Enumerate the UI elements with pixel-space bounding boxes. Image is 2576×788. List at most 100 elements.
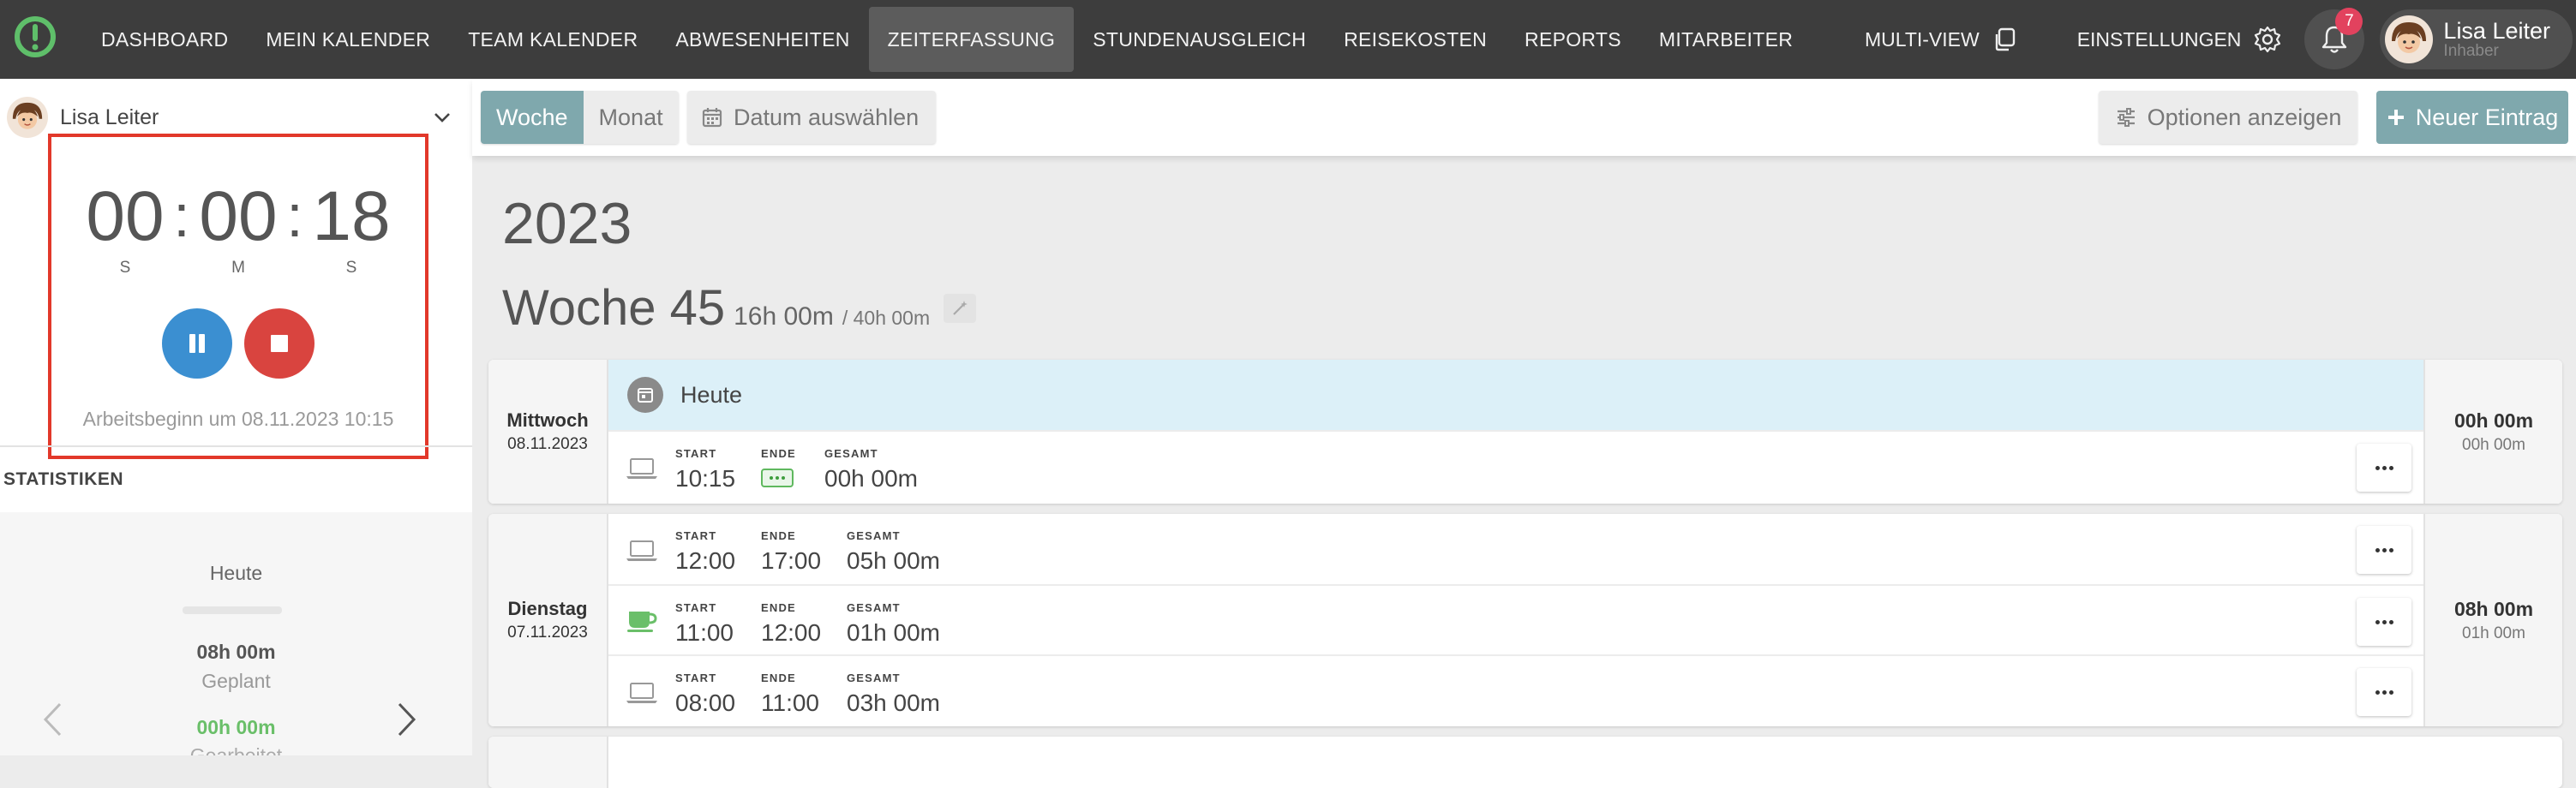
statistics-period: Heute: [209, 562, 263, 584]
view-month-button[interactable]: Monat: [583, 91, 679, 144]
nav-dashboard[interactable]: DASHBOARD: [82, 7, 247, 72]
time-entry[interactable]: START 10:15 ENDE GESAMT 00h 00m: [608, 430, 2425, 502]
multiview-button[interactable]: MULTI-VIEW: [1865, 27, 2017, 52]
day-subtotal: 00h 00m: [2462, 435, 2525, 454]
entry-end: ENDE 17:00: [761, 529, 822, 574]
new-entry-button[interactable]: Neuer Eintrag: [2376, 91, 2568, 144]
plus-icon: [2387, 110, 2404, 125]
stop-button[interactable]: [244, 308, 315, 379]
nav-mein-kalender[interactable]: MEIN KALENDER: [247, 7, 449, 72]
week-target: / 40h 00m: [842, 307, 931, 329]
nav-mitarbeiter[interactable]: MITARBEITER: [1640, 7, 1812, 72]
day-date: 07.11.2023: [507, 624, 588, 642]
day-card-next: [488, 737, 2562, 788]
settings-button[interactable]: EINSTELLUNGEN: [2077, 25, 2283, 54]
entry-more-button[interactable]: [2357, 668, 2411, 716]
view-switcher: Woche Monat: [481, 91, 679, 144]
entry-start: START 08:00: [675, 672, 736, 716]
notification-badge: 7: [2335, 8, 2363, 35]
timer-minutes-label: M: [231, 259, 245, 277]
day-card-mittwoch: Mittwoch 08.11.2023 Heute START 10:15 EN…: [488, 360, 2562, 504]
laptop-icon: [626, 540, 657, 561]
pause-icon: [189, 334, 205, 353]
nav-reports[interactable]: REPORTS: [1506, 7, 1640, 72]
day-label: [488, 737, 608, 788]
day-label: Mittwoch 08.11.2023: [488, 360, 608, 504]
new-entry-label: Neuer Eintrag: [2415, 104, 2559, 130]
settings-label: EINSTELLUNGEN: [2076, 27, 2242, 51]
show-options-label: Optionen anzeigen: [2147, 104, 2342, 130]
user-info: Lisa Leiter Inhaber: [2443, 19, 2550, 60]
timer-minutes: 00 M: [190, 176, 286, 278]
entry-start: START 11:00: [675, 601, 734, 646]
pause-button[interactable]: [162, 308, 232, 379]
selected-user-name: Lisa Leiter: [60, 104, 159, 129]
date-picker-button[interactable]: Datum auswählen: [687, 91, 937, 144]
show-options-button[interactable]: Optionen anzeigen: [2099, 91, 2357, 144]
entry-more-button[interactable]: [2357, 598, 2411, 646]
app-logo[interactable]: [14, 15, 57, 58]
avatar: [7, 97, 48, 138]
day-label: Dienstag 07.11.2023: [488, 514, 608, 726]
timer-seconds-label: S: [345, 259, 357, 277]
entry-total: GESAMT 01h 00m: [847, 601, 940, 646]
time-entry[interactable]: START 12:00 ENDE 17:00 GESAMT 05h 00m: [608, 514, 2425, 584]
worked-hours-label: Gearbeitet: [189, 744, 283, 755]
entry-more-button[interactable]: [2357, 444, 2411, 492]
view-toolbar: Woche Monat Datum auswählen Optionen anz…: [472, 79, 2576, 156]
day-total: 00h 00m: [2453, 409, 2534, 432]
user-menu[interactable]: Lisa Leiter Inhaber: [2380, 9, 2573, 69]
timer-display: 00 S : 00 M : 18 S: [51, 176, 425, 278]
running-indicator: [761, 469, 794, 487]
divider: [0, 445, 472, 447]
view-week-button[interactable]: Woche: [481, 91, 584, 144]
week-title: Woche 45: [502, 280, 726, 336]
work-start-info: Arbeitsbeginn um 08.11.2023 10:15: [82, 408, 394, 430]
entry-total: GESAMT 00h 00m: [824, 447, 918, 492]
stop-icon: [271, 335, 288, 352]
entry-end: ENDE 11:00: [761, 672, 819, 716]
statistics-progress-bar: [183, 606, 282, 614]
timer-hours: 00 S: [77, 176, 173, 278]
day-summary: 00h 00m 00h 00m: [2423, 360, 2562, 504]
timer-seconds: 18 S: [303, 176, 399, 278]
time-entry[interactable]: START 11:00 ENDE 12:00 GESAMT 01h 00m: [608, 584, 2425, 656]
timer-hours-label: S: [119, 259, 131, 277]
nav-reisekosten[interactable]: REISEKOSTEN: [1325, 7, 1506, 72]
nav-zeiterfassung[interactable]: ZEITERFASSUNG: [868, 7, 1075, 72]
entry-end: ENDE: [761, 447, 796, 487]
week-hours: 16h 00m: [734, 302, 834, 331]
nav-team-kalender[interactable]: TEAM KALENDER: [449, 7, 656, 72]
planned-hours-value: 08h 00m: [196, 641, 276, 663]
nav-abwesenheiten[interactable]: ABWESENHEITEN: [656, 7, 868, 72]
multiview-label: MULTI-VIEW: [1864, 27, 1980, 51]
week-heading: Woche 45 16h 00m / 40h 00m: [502, 279, 977, 337]
top-right-controls: MULTI-VIEW EINSTELLUNGEN 7 Lisa Leiter I…: [1865, 0, 2576, 79]
planned-hours-label: Geplant: [201, 670, 271, 692]
entry-more-button[interactable]: [2357, 526, 2411, 574]
time-entry[interactable]: START 08:00 ENDE 11:00 GESAMT 03h 00m: [608, 654, 2425, 726]
entry-start: START 12:00: [675, 529, 736, 574]
today-label: Heute: [680, 381, 743, 408]
coffee-cup-icon: [627, 612, 657, 632]
gear-icon: [2255, 26, 2281, 53]
nav-stundenausgleich[interactable]: STUNDENAUSGLEICH: [1074, 7, 1325, 72]
avatar: [2385, 15, 2434, 63]
day-name: Mittwoch: [506, 409, 589, 431]
timer-widget: 00 S : 00 M : 18 S Arbeitsbeginn um 08.1…: [48, 134, 428, 459]
statistics-heading: STATISTIKEN: [3, 469, 124, 489]
magic-wand-icon: [953, 300, 968, 315]
entry-start: START 10:15: [675, 447, 736, 492]
day-name: Dienstag: [507, 598, 588, 619]
laptop-icon: [626, 683, 657, 703]
date-picker-label: Datum auswählen: [734, 104, 920, 130]
auto-fill-button[interactable]: [944, 293, 977, 323]
user-selector[interactable]: Lisa Leiter: [7, 96, 452, 139]
day-total: 08h 00m: [2453, 597, 2534, 620]
copy-icon: [1995, 27, 2015, 51]
year-heading: 2023: [502, 191, 632, 256]
chevron-right-icon[interactable]: [396, 701, 418, 738]
notifications-button[interactable]: 7: [2304, 8, 2365, 69]
today-banner: Heute: [608, 360, 2425, 430]
user-name: Lisa Leiter: [2443, 18, 2550, 44]
